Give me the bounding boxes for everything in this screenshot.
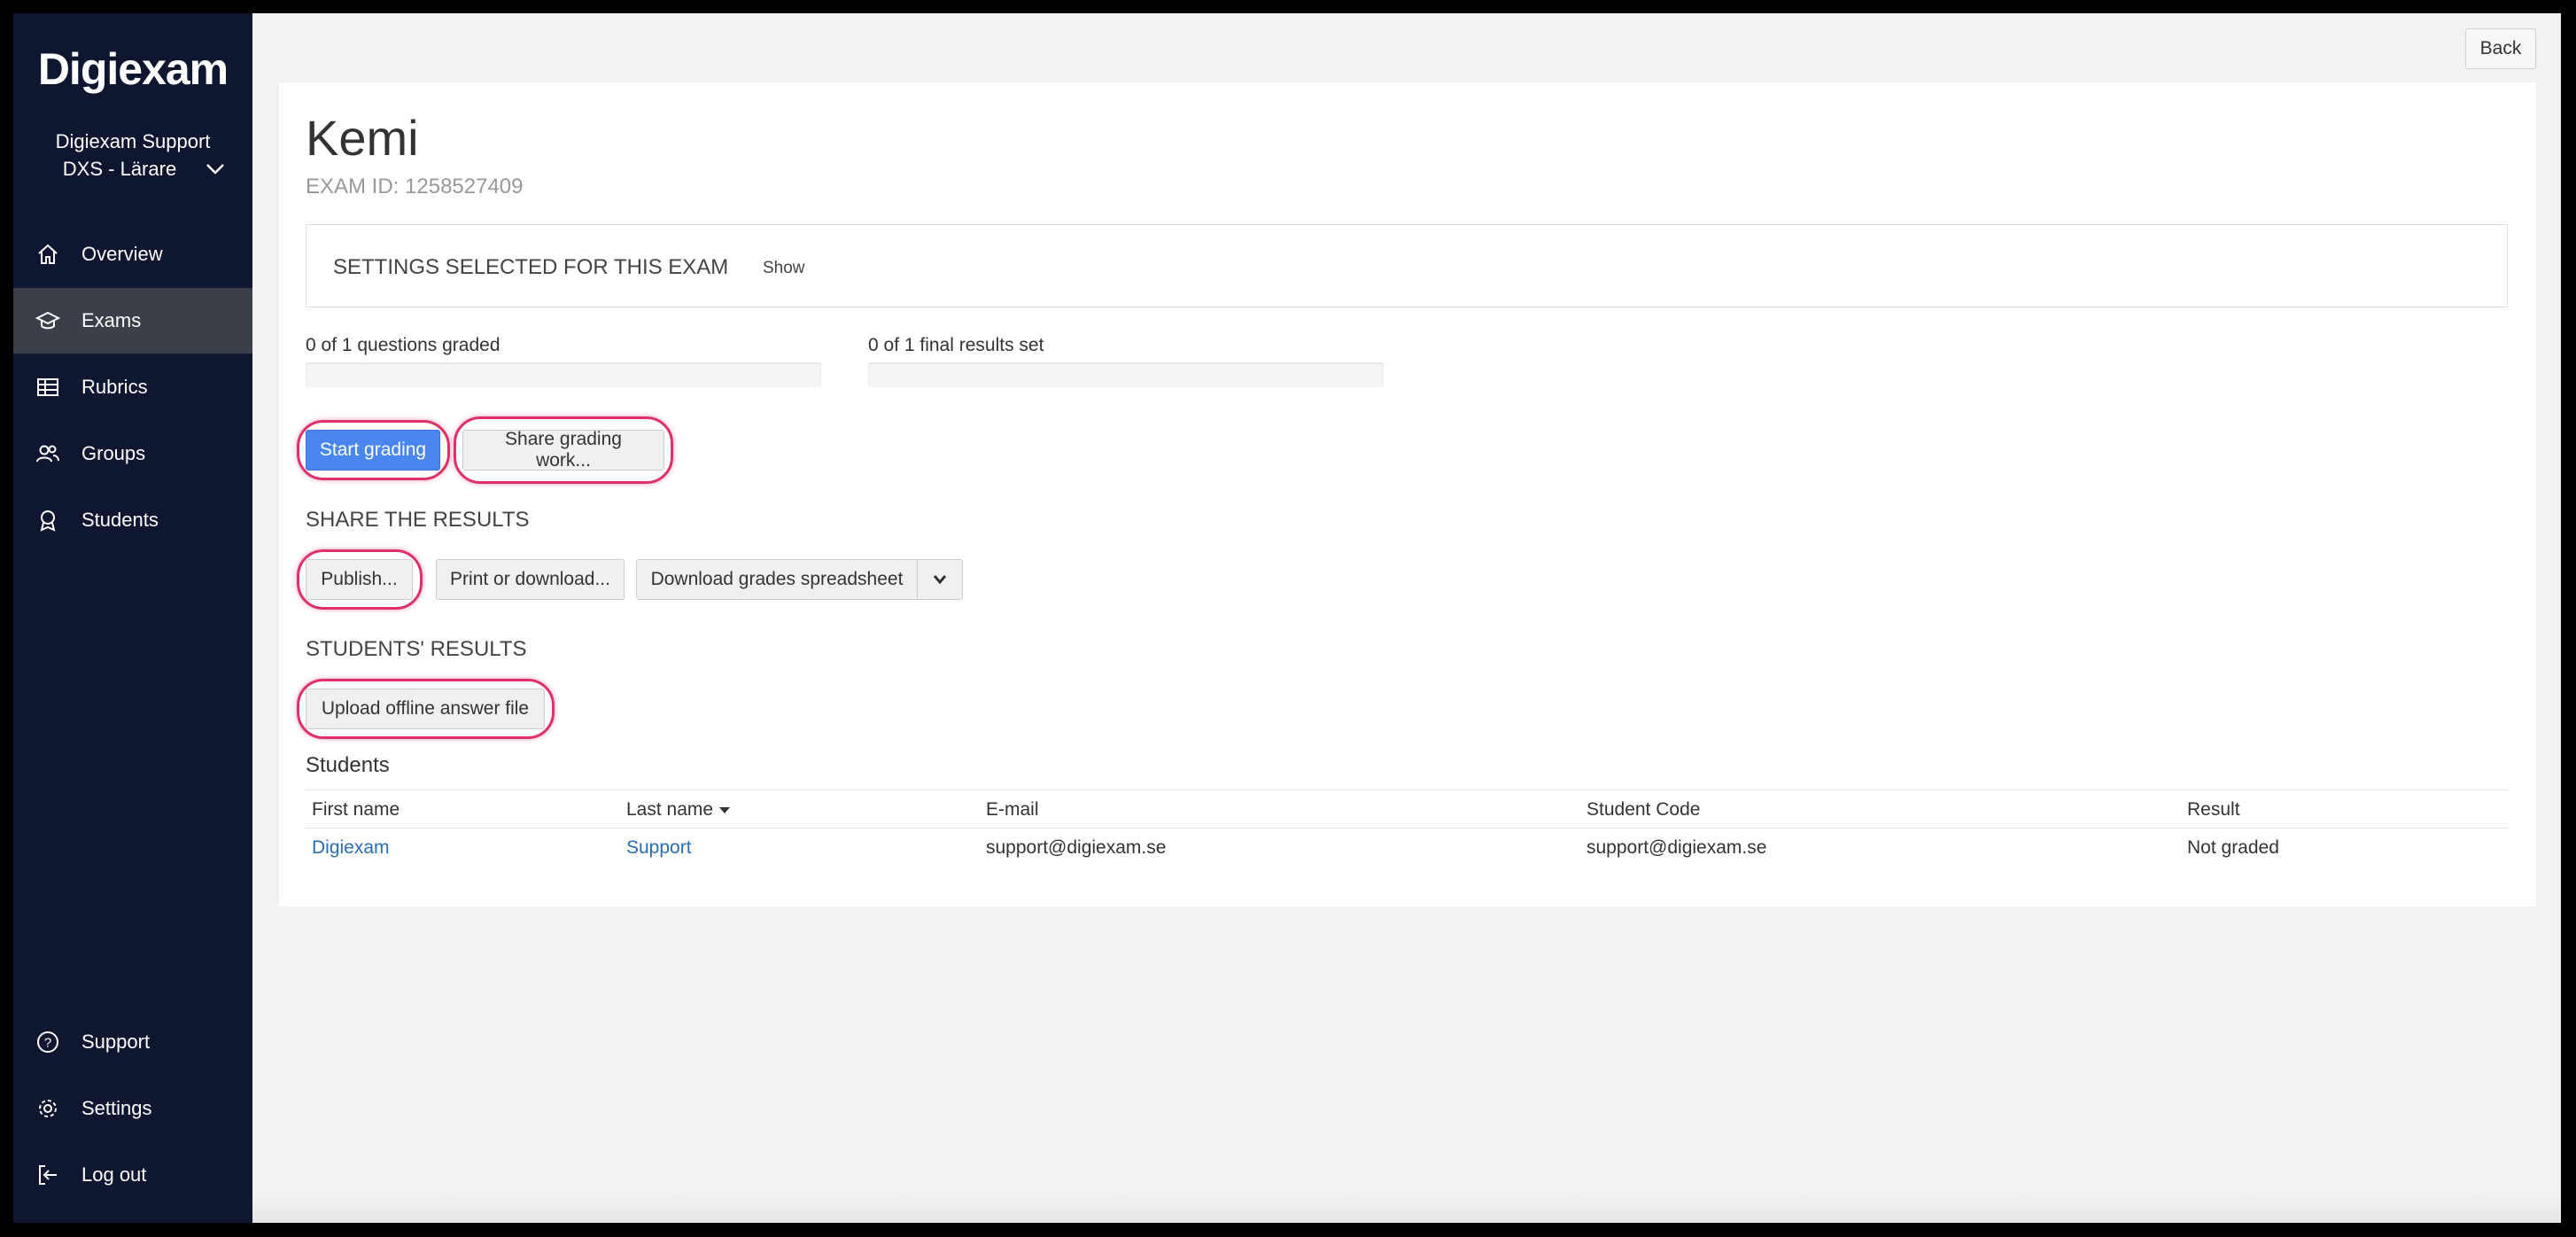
print-download-button[interactable]: Print or download... — [436, 559, 625, 600]
column-header-last-name[interactable]: Last name — [626, 799, 731, 821]
column-header-result[interactable]: Result — [2187, 799, 2240, 821]
sidebar-item-label: Groups — [81, 442, 146, 464]
home-icon — [35, 241, 61, 268]
sidebar-item-label: Log out — [81, 1163, 147, 1186]
page-title: Kemi — [306, 110, 419, 166]
final-results-progress — [868, 362, 1384, 387]
student-first-name-link[interactable]: Digiexam — [312, 837, 390, 859]
students-table-header: First name Last name E-mail Student Code… — [306, 790, 2508, 829]
account-name: Digiexam Support — [55, 130, 211, 152]
account-role-label: DXS - Lärare — [62, 158, 177, 180]
app-window: Digiexam Digiexam Support DXS - Lärare O… — [13, 13, 2561, 1223]
questions-graded-label: 0 of 1 questions graded — [306, 335, 500, 355]
logout-icon — [35, 1162, 61, 1188]
students-results-title: STUDENTS' RESULTS — [306, 637, 527, 661]
sidebar: Digiexam Digiexam Support DXS - Lärare O… — [13, 13, 252, 1223]
column-header-email[interactable]: E-mail — [986, 799, 1039, 821]
exam-id: EXAM ID: 1258527409 — [306, 175, 524, 198]
share-grading-button[interactable]: Share grading work... — [462, 429, 664, 471]
table-icon — [35, 374, 61, 401]
help-icon: ? — [35, 1029, 61, 1055]
logo[interactable]: Digiexam — [13, 43, 252, 95]
sidebar-item-rubrics[interactable]: Rubrics — [13, 354, 252, 420]
chevron-down-icon[interactable] — [202, 158, 229, 181]
chevron-down-icon — [933, 575, 947, 585]
sidebar-item-label: Support — [81, 1031, 151, 1053]
sort-caret-icon — [719, 806, 731, 813]
column-header-student-code[interactable]: Student Code — [1587, 799, 1700, 821]
sidebar-item-settings[interactable]: Settings — [13, 1076, 252, 1141]
settings-show-link[interactable]: Show — [763, 259, 805, 278]
sidebar-item-label: Settings — [81, 1097, 152, 1119]
upload-offline-answer-button[interactable]: Upload offline answer file — [306, 689, 545, 729]
sidebar-item-label: Overview — [81, 243, 163, 265]
bottom-shadow — [252, 1192, 2561, 1223]
graduation-cap-icon — [35, 307, 61, 334]
publish-button[interactable]: Publish... — [306, 559, 413, 600]
table-row: Digiexam Support support@digiexam.se sup… — [306, 829, 2508, 867]
student-result: Not graded — [2187, 837, 2279, 858]
sidebar-item-groups[interactable]: Groups — [13, 421, 252, 486]
sidebar-item-exams[interactable]: Exams — [13, 288, 252, 354]
exam-card: Kemi EXAM ID: 1258527409 SETTINGS SELECT… — [279, 82, 2536, 906]
gear-icon — [35, 1095, 61, 1122]
student-code: support@digiexam.se — [1587, 837, 1767, 858]
settings-title: SETTINGS SELECTED FOR THIS EXAM — [333, 255, 729, 279]
back-button[interactable]: Back — [2465, 28, 2536, 69]
sidebar-item-students[interactable]: Students — [13, 487, 252, 553]
column-header-label: Last name — [626, 799, 714, 820]
sidebar-item-support[interactable]: ? Support — [13, 1009, 252, 1075]
download-options-dropdown[interactable] — [917, 559, 963, 600]
questions-graded-progress — [306, 362, 821, 387]
sidebar-item-label: Students — [81, 509, 159, 531]
sidebar-item-label: Exams — [81, 309, 142, 331]
column-header-first-name[interactable]: First name — [312, 799, 400, 821]
student-icon — [35, 507, 61, 533]
users-icon — [35, 440, 61, 467]
final-results-label: 0 of 1 final results set — [868, 335, 1044, 355]
students-heading: Students — [306, 753, 390, 777]
share-results-title: SHARE THE RESULTS — [306, 508, 530, 532]
settings-panel: SETTINGS SELECTED FOR THIS EXAM Show — [306, 224, 2508, 307]
sidebar-item-label: Rubrics — [81, 376, 148, 398]
student-email: support@digiexam.se — [986, 837, 1167, 858]
svg-text:?: ? — [44, 1036, 51, 1051]
sidebar-item-logout[interactable]: Log out — [13, 1142, 252, 1208]
start-grading-button[interactable]: Start grading — [306, 430, 440, 471]
student-last-name-link[interactable]: Support — [626, 837, 692, 859]
sidebar-item-overview[interactable]: Overview — [13, 222, 252, 287]
download-spreadsheet-button[interactable]: Download grades spreadsheet — [636, 559, 918, 600]
